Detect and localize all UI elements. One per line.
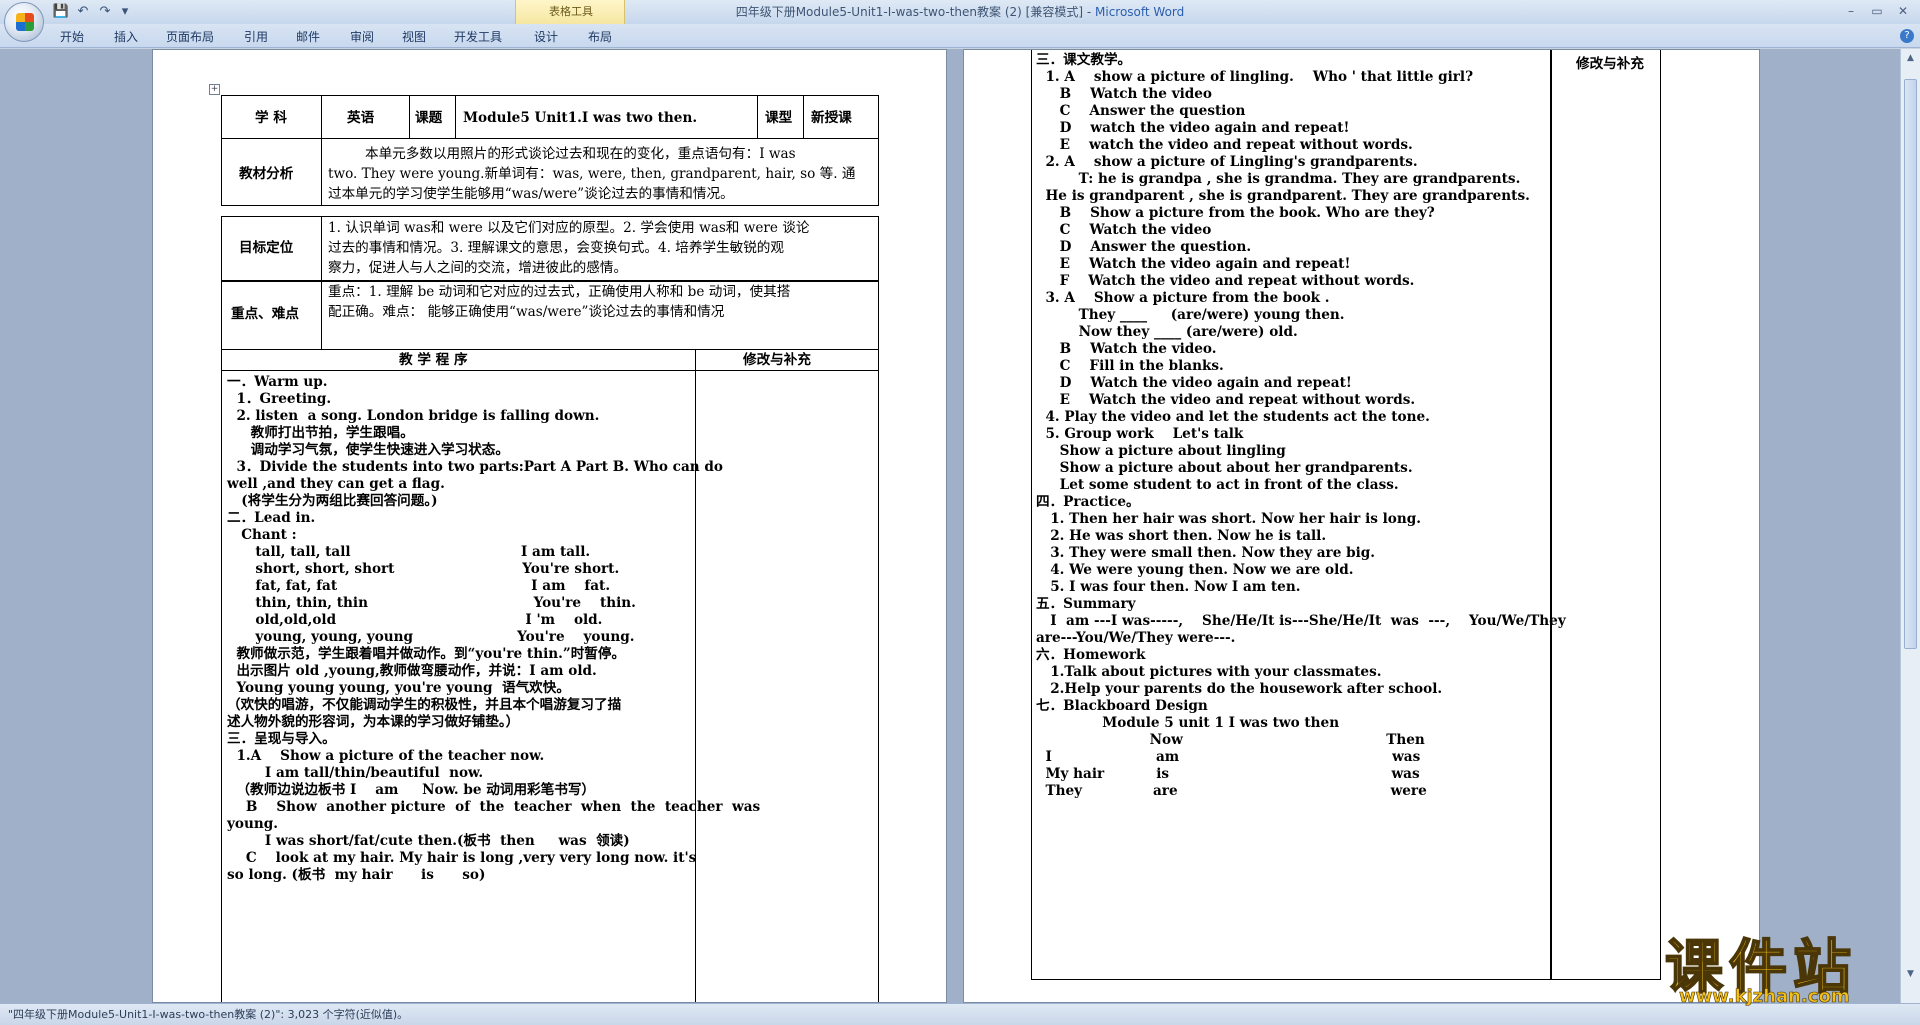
divider [321, 216, 322, 282]
help-icon[interactable]: ? [1900, 29, 1914, 43]
status-bar: "四年级下册Module5-Unit1-I-was-two-then教案 (2)… [0, 1003, 1920, 1025]
divider [757, 95, 758, 139]
scroll-thumb[interactable] [1904, 79, 1917, 649]
tab-mailings[interactable]: 邮件 [296, 28, 320, 45]
divider [455, 95, 456, 139]
watermark-url: www.kjzhan.com [1679, 986, 1850, 1008]
tab-developer[interactable]: 开发工具 [454, 28, 502, 45]
office-button[interactable] [4, 2, 44, 42]
tab-insert[interactable]: 插入 [114, 28, 138, 45]
close-button[interactable]: ✕ [1890, 3, 1916, 19]
divider [321, 95, 322, 139]
type-value: 新授课 [811, 110, 852, 126]
contextual-tab-group-label: 表格工具 [549, 5, 593, 18]
goals-line: 1. 认识单词 was和 were 以及它们对应的原型。2. 学会使用 was和… [328, 220, 810, 236]
scroll-down-icon[interactable]: ▼ [1903, 967, 1918, 981]
document-name: 四年级下册Module5-Unit1-I-was-two-then教案 (2) … [735, 5, 1092, 19]
topic-value: Module5 Unit1.I was two then. [463, 110, 698, 126]
subject-value: 英语 [347, 110, 375, 126]
office-logo-icon [16, 13, 34, 31]
tab-page-layout[interactable]: 页面布局 [166, 28, 214, 45]
notes-header: 修改与补充 [743, 352, 811, 368]
window-title: 四年级下册Module5-Unit1-I-was-two-then教案 (2) … [0, 0, 1920, 24]
goals-line: 过去的事情和情况。3. 理解课文的意思，会变换句式。4. 培养学生敏锐的观 [328, 240, 784, 256]
analysis-line: two. They were young.新单词有：was, were, the… [328, 166, 856, 182]
text-line: They are were [1036, 783, 1427, 799]
vertical-scrollbar[interactable]: ▲ ▼ [1900, 49, 1920, 1003]
redo-icon[interactable]: ↷ [96, 3, 114, 20]
key-points-line: 重点：1. 理解 be 动词和它对应的过去式，正确使用人称和 be 动词，使其搭 [328, 284, 791, 300]
ribbon-tab-bar: 开始 插入 页面布局 引用 邮件 审阅 视图 开发工具 设计 布局 [0, 24, 1920, 48]
divider [409, 95, 410, 139]
analysis-label: 教材分析 [239, 166, 294, 182]
tab-design[interactable]: 设计 [534, 28, 558, 45]
notes-column [1551, 50, 1661, 980]
divider [321, 138, 322, 206]
tab-view[interactable]: 视图 [402, 28, 426, 45]
goals-label: 目标定位 [239, 240, 294, 256]
text-line: so long. (板书 my hair is so) [227, 867, 486, 883]
tab-references[interactable]: 引用 [244, 28, 268, 45]
notes-header: 修改与补充 [1576, 56, 1644, 72]
minimize-button[interactable]: – [1838, 3, 1864, 19]
tab-review[interactable]: 审阅 [350, 28, 374, 45]
qat-customize-icon[interactable]: ▾ [116, 3, 134, 20]
key-points-label: 重点、难点 [231, 306, 299, 322]
text-line: B Show another picture of the teacher wh… [227, 799, 761, 815]
status-text: "四年级下册Module5-Unit1-I-was-two-then教案 (2)… [8, 1008, 409, 1021]
tab-layout[interactable]: 布局 [588, 28, 612, 45]
topic-label: 课题 [415, 110, 443, 126]
analysis-line: 本单元多数以用照片的形式谈论过去和现在的变化，重点语句有：I was [365, 146, 796, 162]
subject-label: 学 科 [255, 110, 287, 126]
watermark-logo: 课件站 www.kjzhan.com [1664, 920, 1905, 1010]
save-icon[interactable]: 💾 [52, 3, 70, 20]
key-points-line: 配正确。难点： 能够正确使用“was/were”谈论过去的事情和情况 [328, 304, 725, 320]
maximize-button[interactable]: ▭ [1864, 3, 1890, 19]
goals-line: 察力，促进人与人之间的交流，增进彼此的感情。 [328, 260, 628, 276]
title-bar: 四年级下册Module5-Unit1-I-was-two-then教案 (2) … [0, 0, 1920, 24]
undo-icon[interactable]: ↶ [74, 3, 92, 20]
divider [803, 95, 804, 139]
procedure-header: 教 学 程 序 [399, 352, 468, 368]
document-page-1[interactable]: + 学 科 英语 课题 Module5 Unit1.I was two then… [152, 49, 947, 1003]
document-page-2[interactable]: 修改与补充 三．课文教学。 1. A show a picture of lin… [963, 49, 1760, 1003]
analysis-line: 过本单元的学习使学生能够用“was/were”谈论过去的事情和情况。 [328, 186, 734, 202]
divider [321, 280, 322, 350]
type-label: 课型 [765, 110, 793, 126]
scroll-up-icon[interactable]: ▲ [1903, 51, 1918, 65]
table-move-handle-icon[interactable]: + [209, 84, 220, 95]
app-name: Microsoft Word [1095, 5, 1185, 19]
document-workspace[interactable]: + 学 科 英语 课题 Module5 Unit1.I was two then… [0, 49, 1900, 1003]
tab-home[interactable]: 开始 [60, 28, 84, 45]
